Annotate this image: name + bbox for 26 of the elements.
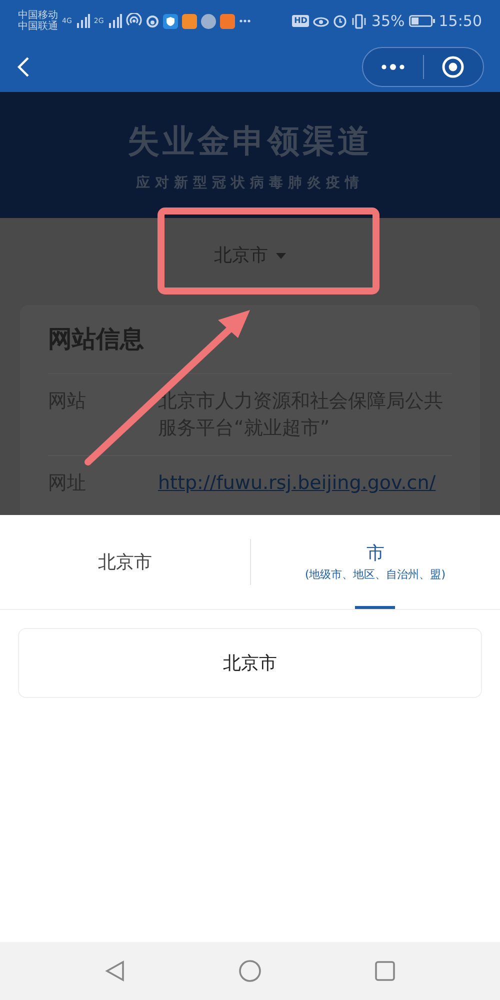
app-icon bbox=[200, 14, 216, 28]
back-icon[interactable] bbox=[16, 56, 32, 78]
home-icon[interactable] bbox=[238, 959, 262, 983]
recents-icon[interactable] bbox=[375, 961, 396, 981]
close-icon[interactable] bbox=[441, 55, 466, 79]
level-tab[interactable]: 市 (地级市、地区、自治州、盟) bbox=[250, 515, 500, 609]
caret-icon bbox=[276, 252, 286, 258]
vibrate-icon bbox=[351, 14, 368, 28]
app-icon bbox=[220, 14, 235, 28]
carrier-name: 中国移动 bbox=[18, 10, 58, 21]
signal-icon bbox=[108, 14, 122, 28]
eye-icon bbox=[313, 15, 330, 27]
carrier-name: 中国联通 bbox=[18, 21, 58, 32]
battery-icon bbox=[408, 15, 435, 27]
back-icon[interactable] bbox=[104, 960, 125, 982]
more-icon[interactable] bbox=[380, 63, 405, 71]
battery-percent: 35% bbox=[371, 10, 405, 32]
more-icon bbox=[238, 19, 251, 23]
signal-icon bbox=[76, 14, 90, 28]
alarm-icon bbox=[333, 14, 348, 28]
app-icon bbox=[182, 14, 197, 28]
clock-time: 15:50 bbox=[438, 10, 482, 32]
shield-icon bbox=[162, 14, 178, 28]
hd-badge: HD bbox=[292, 15, 310, 27]
level-tab[interactable]: 北京市 bbox=[0, 515, 250, 609]
option-item[interactable]: 北京市 bbox=[18, 628, 482, 698]
